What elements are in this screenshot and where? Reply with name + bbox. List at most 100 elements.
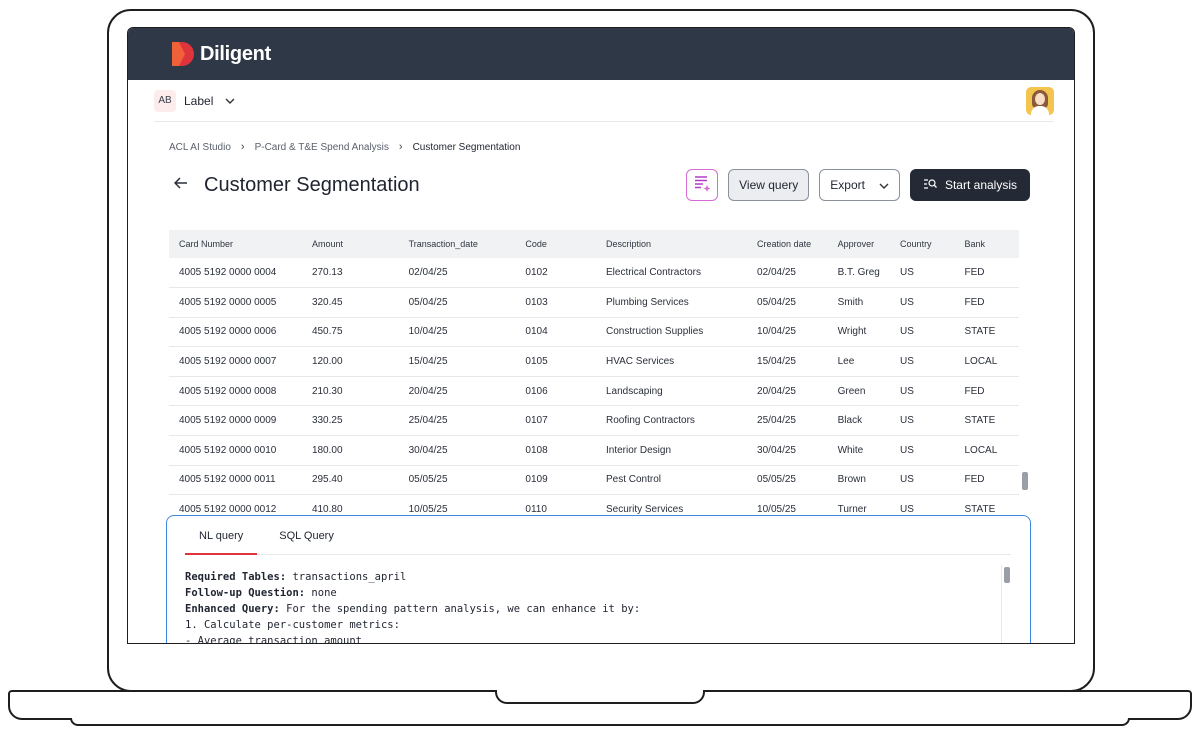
query-line-text: For the spending pattern analysis, we ca… bbox=[279, 603, 641, 615]
org-label: Label bbox=[184, 93, 214, 108]
query-line-text: none bbox=[305, 587, 337, 599]
table-row[interactable]: 4005 5192 0000 0006 450.75 10/04/25 0104 Con… bbox=[169, 317, 1019, 348]
table-cell: Roofing Contractors bbox=[595, 405, 748, 437]
table-cell: Black bbox=[827, 405, 891, 437]
table-cell: Green bbox=[827, 376, 891, 407]
query-line-text: 1. Calculate per-customer metrics: bbox=[185, 619, 400, 631]
query-line-label: Required Tables: bbox=[185, 571, 287, 583]
query-line: Follow-up Question: none bbox=[185, 585, 1011, 601]
query-scrollbar[interactable] bbox=[1001, 565, 1011, 643]
column-header[interactable]: Card Number bbox=[169, 230, 302, 258]
table-cell: 0104 bbox=[515, 317, 596, 348]
table-cell: US bbox=[890, 317, 955, 348]
table-cell: US bbox=[890, 405, 955, 437]
table-cell: Pest Control bbox=[595, 465, 748, 496]
column-header[interactable]: Bank bbox=[954, 230, 1019, 258]
back-arrow-icon[interactable] bbox=[173, 176, 188, 194]
chevron-right-icon: › bbox=[398, 141, 403, 153]
tab-sql-query[interactable]: SQL Query bbox=[265, 530, 348, 555]
table-cell: Interior Design bbox=[595, 435, 748, 466]
top-navbar: Diligent bbox=[128, 28, 1074, 80]
column-header[interactable]: Country bbox=[890, 230, 955, 258]
tab-nl-query[interactable]: NL query bbox=[185, 530, 258, 555]
table-cell: 0105 bbox=[515, 346, 596, 377]
table-cell: 10/04/25 bbox=[398, 317, 516, 348]
query-line: Enhanced Query: For the spending pattern… bbox=[185, 601, 1011, 617]
table-cell: 4005 5192 0000 0006 bbox=[169, 317, 302, 348]
table-cell: 4005 5192 0000 0009 bbox=[169, 405, 302, 437]
table-scrollbar[interactable] bbox=[1020, 258, 1030, 520]
table-cell: 20/04/25 bbox=[398, 376, 516, 407]
table-cell: 330.25 bbox=[301, 405, 399, 437]
column-header[interactable]: Approver bbox=[827, 230, 891, 258]
export-label: Export bbox=[830, 178, 865, 192]
table-cell: 25/04/25 bbox=[747, 405, 828, 437]
breadcrumb-item-current: Customer Segmentation bbox=[412, 141, 521, 153]
export-dropdown[interactable]: Export bbox=[819, 169, 900, 201]
table-cell: Plumbing Services bbox=[595, 287, 748, 318]
table-row[interactable]: 4005 5192 0000 0004 270.13 02/04/25 0102 Ele… bbox=[169, 258, 1019, 289]
table-cell: 270.13 bbox=[301, 258, 399, 289]
ai-report-button[interactable] bbox=[686, 169, 719, 201]
table-row[interactable]: 4005 5192 0000 0008 210.30 20/04/25 0106 Lan… bbox=[169, 376, 1019, 407]
avatar[interactable] bbox=[1026, 86, 1054, 115]
query-tabs: NL query SQL Query bbox=[185, 530, 1011, 555]
table-row[interactable]: 4005 5192 0000 0011 295.40 05/05/25 0109 Pes… bbox=[169, 465, 1019, 496]
data-table-container: Card Number Amount Transaction_date Code Des… bbox=[169, 230, 1031, 520]
chevron-down-icon bbox=[879, 178, 889, 192]
table-cell: US bbox=[890, 465, 955, 496]
table-cell: 0109 bbox=[515, 465, 596, 496]
table-cell: 20/04/25 bbox=[747, 376, 828, 407]
view-query-button[interactable]: View query bbox=[728, 169, 810, 201]
table-cell: LOCAL bbox=[954, 346, 1019, 377]
table-cell: Wright bbox=[827, 317, 891, 348]
table-cell: 180.00 bbox=[301, 435, 399, 466]
column-header[interactable]: Creation date bbox=[747, 230, 828, 258]
column-header[interactable]: Description bbox=[595, 230, 748, 258]
table-cell: 0107 bbox=[515, 405, 596, 437]
query-line-text: transactions_april bbox=[286, 571, 407, 583]
breadcrumb-item-spend-analysis[interactable]: P-Card & T&E Spend Analysis bbox=[255, 142, 389, 153]
table-cell: 02/04/25 bbox=[747, 258, 828, 289]
table-cell: US bbox=[890, 346, 955, 377]
table-row[interactable]: 4005 5192 0000 0010 180.00 30/04/25 0108 Int… bbox=[169, 435, 1019, 466]
table-cell: HVAC Services bbox=[595, 346, 748, 377]
table-cell: FED bbox=[954, 287, 1019, 318]
table-cell: 05/04/25 bbox=[747, 287, 828, 318]
table-cell: FED bbox=[954, 376, 1019, 407]
sub-header: AB Label bbox=[154, 80, 1054, 122]
table-cell: 05/05/25 bbox=[398, 465, 516, 496]
table-cell: Landscaping bbox=[595, 376, 748, 407]
column-header[interactable]: Amount bbox=[301, 230, 399, 258]
query-text: Required Tables: transactions_april Follo… bbox=[183, 565, 1011, 644]
org-badge: AB bbox=[154, 89, 176, 112]
table-cell: 4005 5192 0000 0007 bbox=[169, 346, 302, 377]
breadcrumb-item-studio[interactable]: ACL AI Studio bbox=[169, 142, 231, 153]
table-row[interactable]: 4005 5192 0000 0007 120.00 15/04/25 0105 HVA… bbox=[169, 346, 1019, 377]
column-header[interactable]: Code bbox=[515, 230, 596, 258]
table-cell: 15/04/25 bbox=[747, 346, 828, 377]
org-switcher[interactable]: AB Label bbox=[154, 89, 235, 112]
query-line: Required Tables: transactions_april bbox=[185, 569, 1011, 585]
table-cell: FED bbox=[954, 258, 1019, 289]
table-cell: 4005 5192 0000 0008 bbox=[169, 376, 302, 407]
query-line-text: - Average transaction amount bbox=[185, 635, 363, 644]
table-scrollbar-thumb[interactable] bbox=[1022, 472, 1028, 490]
query-line-label: Enhanced Query: bbox=[185, 603, 280, 615]
table-cell: 210.30 bbox=[301, 376, 399, 407]
query-scrollbar-thumb[interactable] bbox=[1004, 567, 1010, 583]
chevron-right-icon: › bbox=[240, 141, 245, 153]
table-cell: 0108 bbox=[515, 435, 596, 466]
table-cell: 05/04/25 bbox=[398, 287, 516, 318]
column-header[interactable]: Transaction_date bbox=[398, 230, 516, 258]
table-cell: 05/05/25 bbox=[747, 465, 828, 496]
table-cell: STATE bbox=[954, 317, 1019, 348]
start-analysis-button[interactable]: Start analysis bbox=[909, 169, 1030, 201]
table-row[interactable]: 4005 5192 0000 0005 320.45 05/04/25 0103 Plu… bbox=[169, 287, 1019, 318]
table-cell: 4005 5192 0000 0010 bbox=[169, 435, 302, 466]
table-cell: US bbox=[890, 258, 955, 289]
diligent-logo-icon bbox=[170, 41, 196, 67]
table-row[interactable]: 4005 5192 0000 0009 330.25 25/04/25 0107 Roo… bbox=[169, 405, 1019, 437]
table-cell: White bbox=[827, 435, 891, 466]
search-analysis-icon bbox=[923, 178, 937, 193]
